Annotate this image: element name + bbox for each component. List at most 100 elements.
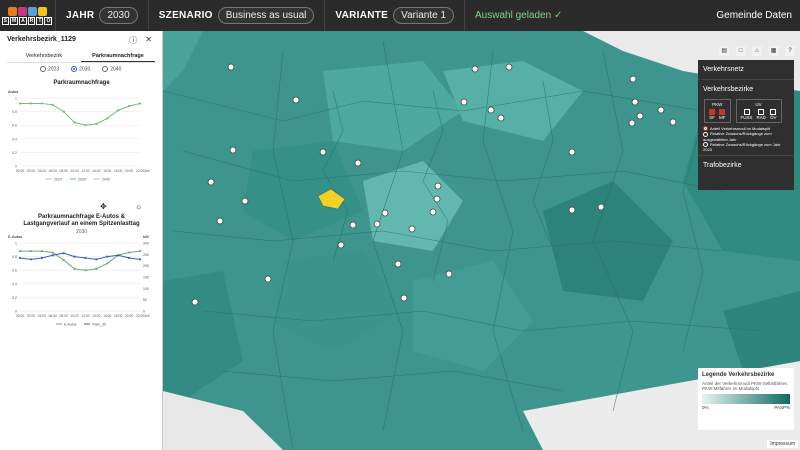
logo-letter: M (9, 16, 19, 25)
y-tick-label: 0.4 (12, 137, 17, 141)
variante-select[interactable]: Variante 1 (393, 7, 454, 24)
logo-letter: T (36, 16, 44, 25)
x-tick-label: 20:00 (125, 169, 133, 173)
y-tick-label: 1 (15, 97, 17, 101)
y-tick-label: 0.2 (12, 151, 17, 155)
x-tick-label: 00:00 (16, 169, 24, 173)
data-point (138, 250, 142, 253)
data-point (40, 256, 43, 260)
jahr-select[interactable]: 2030 (99, 7, 138, 24)
data-point (18, 256, 22, 260)
layer-verkehrsnetz[interactable]: Verkehrsnetz (698, 60, 794, 80)
x-tick-label: 02:00 (27, 169, 35, 173)
x-tick-label: 06:00 (49, 169, 57, 173)
data-point (40, 250, 43, 253)
y-tick-label: 0 (15, 310, 17, 314)
x-tick-label: 12:00 (81, 314, 89, 318)
uv-group: UV FUSS RAD ÖV (735, 99, 782, 123)
logo-letter: R (27, 16, 36, 25)
data-point (73, 267, 76, 270)
option-rel-auswahl[interactable]: Relative Zuwachs/Rückgänge zum ausgewähl… (703, 131, 789, 142)
x-tick-label: 10:00 (70, 169, 78, 173)
year-radio-2030[interactable]: 2030 (71, 66, 90, 72)
help-icon[interactable]: ⓘ (129, 35, 137, 46)
szenario-label: SZENARIO (158, 10, 213, 21)
y-tick-label: 1 (15, 242, 17, 246)
series-line (20, 250, 141, 271)
x-tick-label: 18:00 (114, 169, 122, 173)
year-radio-2040[interactable]: 2040 (102, 66, 121, 72)
legend-text: Anteil der Verkehrsmodi PKW-Selbstfahrer… (702, 381, 788, 391)
layer-trafobezirke[interactable]: Trafobezirke (698, 155, 794, 175)
logo-letter: O (44, 16, 53, 25)
data-point (138, 102, 142, 105)
grid-icon[interactable]: ▦ (768, 46, 779, 56)
data-point (95, 267, 98, 270)
x-tick-label: 08:00 (60, 169, 68, 173)
sun-icon[interactable]: ☼ (135, 202, 142, 211)
layers-icon[interactable]: ▤ (719, 46, 730, 56)
tab-parkraumnachfrage[interactable]: Parkraumnachfrage (81, 51, 155, 62)
y-tick-label: 0.6 (12, 269, 17, 273)
data-point (29, 250, 33, 253)
logo-icon-blue (27, 6, 37, 16)
legend-label: 2040 (102, 178, 110, 182)
x-tick-label: 04:00 (38, 169, 46, 173)
data-point (51, 251, 54, 254)
map-toolbar: ▤ □ ⌂ ▦ ? (717, 39, 795, 57)
checkbox-mf[interactable]: MF (719, 109, 726, 120)
x-axis-label: Zeit (144, 169, 150, 173)
x-tick-label: 02:00 (27, 314, 35, 318)
y-tick-label: 0.2 (12, 296, 17, 300)
x-tick-label: 18:00 (114, 314, 122, 318)
top-bar: S M A R T O JAHR 2030 SZENARIO Business … (0, 0, 800, 31)
data-point (106, 117, 109, 120)
data-point (127, 256, 131, 260)
y2-tick-label: 150 (143, 276, 149, 280)
checkbox-fuss[interactable]: FUSS (741, 109, 753, 120)
data-point (95, 258, 98, 261)
jahr-label: JAHR (66, 10, 95, 21)
legend-min: 0% (702, 405, 709, 410)
detail-panel: Verkehrsbezirk_1129 ⓘ ✕ Verkehrsbezirk P… (0, 31, 163, 450)
legend-label: 2023 (54, 178, 62, 182)
y-tick-label: 0 (15, 165, 17, 169)
move-icon[interactable]: ✥ (100, 202, 107, 211)
x-tick-label: 12:00 (81, 169, 89, 173)
tab-verkehrsbezirk[interactable]: Verkehrsbezirk (7, 51, 81, 62)
impressum-link[interactable]: Impressum (767, 440, 798, 448)
legend-label: E-Autos (64, 323, 77, 327)
parkraum-chart: Autos 0 0.2 0.4 0.6 0.8 1 00:00 02:00 04:00 06:00 0… (8, 89, 150, 182)
gemeinde-daten-button[interactable]: Gemeinde Daten (716, 10, 792, 21)
close-icon[interactable]: ✕ (145, 35, 152, 46)
data-point (73, 121, 76, 124)
x-tick-label: 14:00 (92, 169, 100, 173)
y2-tick-label: 250 (143, 253, 149, 257)
logo-letter: A (19, 16, 27, 25)
data-point (18, 102, 22, 105)
data-point (95, 122, 98, 125)
data-point (127, 251, 131, 254)
x-tick-label: 16:00 (103, 169, 111, 173)
logo-icon-yellow (37, 6, 47, 16)
y2-tick-label: 100 (143, 287, 149, 291)
y2-axis-label: kW (143, 234, 149, 239)
option-rel-2023[interactable]: Relative Zuwachs/Rückgänge zum Jahr 2023 (703, 142, 789, 152)
help-icon[interactable]: ? (785, 46, 795, 56)
layer-verkehrsbezirke[interactable]: Verkehrsbezirke (698, 80, 794, 99)
x-axis-label: Zeit (144, 314, 150, 318)
year-radio-2023[interactable]: 2023 (40, 66, 59, 72)
y2-tick-label: 0 (143, 310, 145, 314)
checkbox-oev[interactable]: ÖV (770, 109, 777, 120)
home-icon[interactable]: ⌂ (752, 46, 763, 56)
data-point (127, 105, 131, 108)
x-tick-label: 08:00 (60, 314, 68, 318)
fullscreen-icon[interactable]: □ (735, 46, 746, 56)
data-point (29, 258, 33, 261)
checkbox-rad[interactable]: RAD (757, 109, 766, 120)
panel-title: Verkehrsbezirk_1129 (7, 36, 76, 43)
checkbox-sf[interactable]: SF (709, 109, 715, 120)
szenario-select[interactable]: Business as usual (217, 7, 315, 24)
data-point (84, 124, 87, 127)
data-point (51, 254, 54, 257)
